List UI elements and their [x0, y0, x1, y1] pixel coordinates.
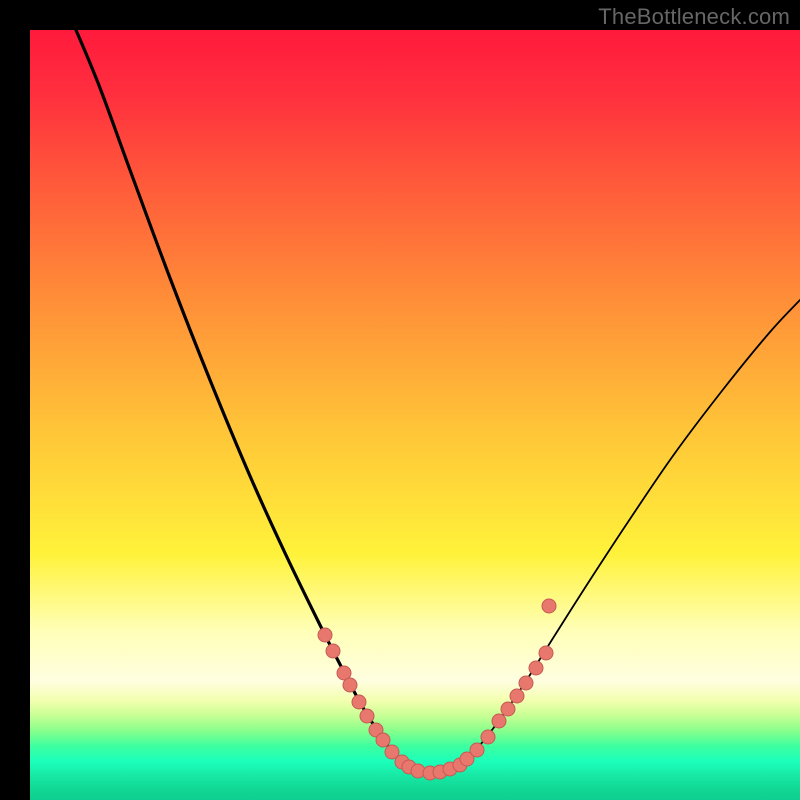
curve-layer — [30, 30, 800, 800]
data-marker — [492, 714, 506, 728]
data-marker — [360, 709, 374, 723]
watermark-text: TheBottleneck.com — [598, 4, 790, 30]
data-marker — [501, 702, 515, 716]
data-marker — [470, 743, 484, 757]
data-marker — [326, 644, 340, 658]
chart-container: TheBottleneck.com — [0, 0, 800, 800]
data-marker — [343, 678, 357, 692]
data-marker — [481, 730, 495, 744]
data-marker — [539, 646, 553, 660]
bottleneck-curve-right — [416, 300, 800, 772]
data-markers — [318, 599, 556, 780]
data-marker — [529, 661, 543, 675]
data-marker — [510, 689, 524, 703]
data-marker — [352, 695, 366, 709]
data-marker — [318, 628, 332, 642]
data-marker — [519, 676, 533, 690]
bottleneck-curve-left — [76, 30, 436, 772]
data-marker — [376, 733, 390, 747]
data-marker — [542, 599, 556, 613]
plot-area — [30, 30, 800, 800]
